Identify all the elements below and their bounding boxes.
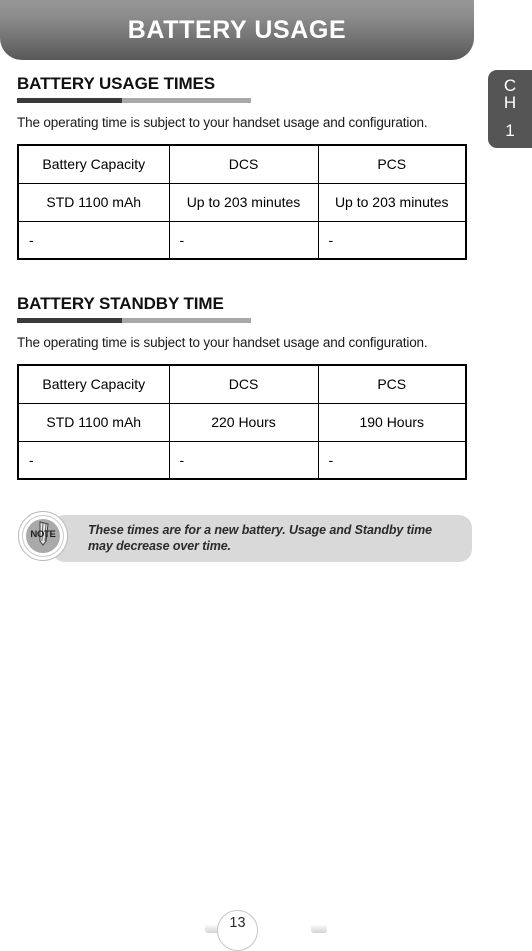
battery-usage-times-table: Battery Capacity DCS PCS STD 1100 mAh Up…: [17, 144, 467, 260]
heading-rule-light-segment: [122, 318, 251, 323]
heading-rule-dark-segment: [17, 318, 122, 323]
page-title: BATTERY USAGE: [127, 15, 347, 44]
heading-rule: [17, 98, 251, 103]
table-header-cell: Battery Capacity: [17, 364, 170, 404]
table-row: - - -: [17, 440, 467, 480]
table-cell: -: [168, 220, 319, 260]
page-banner: BATTERY USAGE: [0, 0, 474, 60]
table-header-cell: PCS: [317, 144, 467, 184]
page-number-badge: 13: [217, 910, 258, 951]
section-description: The operating time is subject to your ha…: [17, 335, 428, 350]
table-header-cell: Battery Capacity: [17, 144, 170, 184]
heading-rule-light-segment: [122, 98, 251, 103]
table-row: STD 1100 mAh 220 Hours 190 Hours: [17, 402, 467, 442]
table-header-cell: DCS: [168, 144, 319, 184]
table-cell: -: [317, 220, 467, 260]
table-row: Battery Capacity DCS PCS: [17, 144, 467, 184]
page-footer: 13: [0, 903, 532, 951]
note-box: These times are for a new battery. Usage…: [52, 515, 472, 562]
table-row: Battery Capacity DCS PCS: [17, 364, 467, 404]
table-header-cell: PCS: [317, 364, 467, 404]
section-heading: BATTERY USAGE TIMES: [17, 74, 216, 93]
page-number: 13: [229, 915, 246, 931]
note-callout: These times are for a new battery. Usage…: [17, 510, 472, 562]
footer-flare-right: [311, 924, 327, 933]
battery-standby-time-table: Battery Capacity DCS PCS STD 1100 mAh 22…: [17, 364, 467, 480]
note-icon-label: NOTE: [30, 529, 56, 540]
table-row: STD 1100 mAh Up to 203 minutes Up to 203…: [17, 182, 467, 222]
section-battery-standby-time: BATTERY STANDBY TIME The operating time …: [0, 260, 532, 480]
section-heading: BATTERY STANDBY TIME: [17, 294, 224, 313]
table-cell: -: [168, 440, 319, 480]
table-cell: -: [17, 440, 170, 480]
table-cell: -: [317, 440, 467, 480]
table-row: - - -: [17, 220, 467, 260]
table-cell: Up to 203 minutes: [168, 182, 319, 222]
page-content: BATTERY USAGE TIMES The operating time i…: [0, 60, 532, 562]
note-text: These times are for a new battery. Usage…: [88, 523, 432, 553]
table-cell: STD 1100 mAh: [17, 402, 170, 442]
section-battery-usage-times: BATTERY USAGE TIMES The operating time i…: [0, 60, 532, 260]
note-icon: NOTE: [17, 510, 69, 562]
heading-rule-dark-segment: [17, 98, 122, 103]
table-cell: 190 Hours: [317, 402, 467, 442]
table-cell: 220 Hours: [168, 402, 319, 442]
table-cell: Up to 203 minutes: [317, 182, 467, 222]
table-cell: STD 1100 mAh: [17, 182, 170, 222]
heading-rule: [17, 318, 251, 323]
section-description: The operating time is subject to your ha…: [17, 115, 428, 130]
table-header-cell: DCS: [168, 364, 319, 404]
table-cell: -: [17, 220, 170, 260]
